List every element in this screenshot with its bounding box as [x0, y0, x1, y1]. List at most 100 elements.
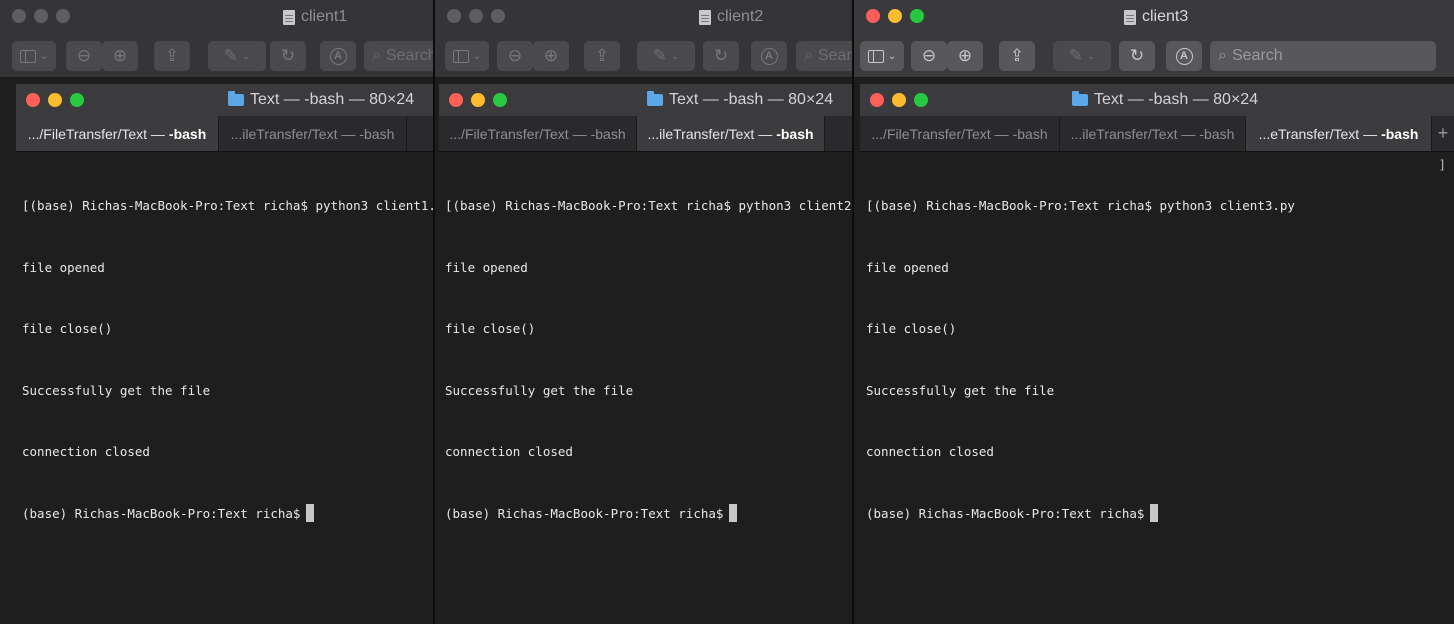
terminal-tab[interactable]: ...ileTransfer/Text — -bash [1060, 116, 1246, 151]
share-button[interactable]: ⇪ [999, 41, 1035, 71]
zoom-out-button[interactable]: ⊖ [497, 41, 533, 71]
zoom-button[interactable] [914, 93, 928, 107]
zoom-in-icon: ⊕ [543, 46, 559, 65]
terminal-prompt: (base) Richas-MacBook-Pro:Text richa$ [22, 505, 301, 521]
markup-button[interactable]: ✎ ⌄ [637, 41, 695, 71]
zoom-button[interactable] [493, 93, 507, 107]
sidebar-toggle-button[interactable]: ⌄ [12, 41, 56, 71]
document-icon [699, 9, 711, 25]
zoom-button[interactable] [70, 93, 84, 107]
terminal-tab[interactable]: ...ileTransfer/Text — -bash [637, 116, 825, 151]
minimize-button[interactable] [888, 9, 902, 23]
annotate-button[interactable]: A [751, 41, 787, 71]
preview-toolbar: ⌄ ⊖ ⊕ ⇪ ✎⌄ ↻ A ⌕ Search [0, 34, 433, 78]
terminal-line: Successfully get the file [866, 382, 1055, 398]
markup-button[interactable]: ✎ ⌄ [1053, 41, 1111, 71]
share-icon: ⇪ [594, 46, 610, 65]
tab-command: -bash [1381, 125, 1419, 142]
chevron-down-icon: ⌄ [472, 50, 482, 62]
rotate-button[interactable]: ↻ [1119, 41, 1155, 71]
search-placeholder: Search [817, 47, 852, 64]
zoom-out-button[interactable]: ⊖ [66, 41, 102, 71]
annotate-icon: A [760, 47, 778, 65]
terminal-tab[interactable]: ...eTransfer/Text — -bash [1246, 116, 1432, 151]
annotate-button[interactable]: A [1166, 41, 1202, 71]
terminal-tab-bar: .../FileTransfer/Text — -bash ...ileTrans… [860, 116, 1454, 152]
zoom-in-button[interactable]: ⊕ [533, 41, 569, 71]
terminal-output[interactable]: [(base) Richas-MacBook-Pro:Text richa$ p… [860, 152, 1454, 624]
zoom-out-icon: ⊖ [507, 46, 523, 65]
search-field[interactable]: ⌕ Search [1210, 41, 1436, 71]
terminal-tab[interactable]: .../FileTransfer/Text — -bash [860, 116, 1060, 151]
terminal-title: Text — -bash — 80×24 [647, 91, 833, 109]
tab-path: ...ileTransfer/Text — [1070, 125, 1196, 142]
terminal-prompt: (base) Richas-MacBook-Pro:Text richa$ [445, 505, 724, 521]
rotate-button[interactable]: ↻ [703, 41, 739, 71]
terminal-tab[interactable]: ...ileTransfer/Text — -bash [219, 116, 407, 151]
tab-path: .../FileTransfer/Text — [449, 125, 587, 142]
terminal-line: connection closed [866, 444, 994, 459]
minimize-button[interactable] [469, 9, 483, 23]
terminal-line: Successfully get the file [445, 382, 634, 398]
share-button[interactable]: ⇪ [584, 41, 620, 71]
zoom-in-button[interactable]: ⊕ [947, 41, 983, 71]
annotate-button[interactable]: A [320, 41, 356, 71]
terminal-line: connection closed [22, 444, 150, 459]
terminal-line: file opened [445, 259, 528, 275]
chevron-down-icon: ⌄ [670, 50, 680, 62]
terminal-line: [(base) Richas-MacBook-Pro:Text richa$ p… [866, 198, 1295, 213]
zoom-button[interactable] [910, 9, 924, 23]
share-button[interactable]: ⇪ [154, 41, 190, 71]
chevron-down-icon: ⌄ [1086, 50, 1096, 62]
search-icon: ⌕ [804, 47, 813, 64]
terminal-titlebar: Text — -bash — 80×24 [439, 84, 852, 116]
preview-title-text: client1 [301, 8, 348, 25]
preview-toolbar: ⌄ ⊖ ⊕ ⇪ ✎⌄ ↻ A ⌕ Search [854, 34, 1454, 78]
search-placeholder: Search [1231, 47, 1283, 64]
search-field[interactable]: ⌕ Search [796, 41, 852, 71]
rotate-button[interactable]: ↻ [270, 41, 306, 71]
window-controls [449, 93, 507, 107]
close-button[interactable] [447, 9, 461, 23]
rotate-icon: ↻ [713, 46, 729, 65]
terminal-line: Successfully get the file [22, 382, 211, 398]
terminal-title: Text — -bash — 80×24 [228, 91, 414, 109]
terminal-prompt-line: (base) Richas-MacBook-Pro:Text richa$ [445, 503, 846, 525]
preview-titlebar: client2 [435, 0, 852, 34]
minimize-button[interactable] [892, 93, 906, 107]
sidebar-toggle-button[interactable]: ⌄ [445, 41, 489, 71]
new-tab-button[interactable]: + [1432, 116, 1454, 151]
preview-window-client3: client3 ⌄ ⊖ ⊕ ⇪ ✎ ⌄ ↻ A ⌕ Search Text — -… [852, 0, 1454, 624]
terminal-line: connection closed [445, 444, 573, 459]
zoom-button[interactable] [56, 9, 70, 23]
zoom-in-button[interactable]: ⊕ [102, 41, 138, 71]
preview-title: client3 [1124, 8, 1188, 26]
text-cursor [306, 503, 315, 522]
sidebar-toggle-icon [19, 49, 36, 63]
markup-pen-icon: ✎ [223, 46, 238, 65]
markup-button[interactable]: ✎ ⌄ [208, 41, 266, 71]
minimize-button[interactable] [34, 9, 48, 23]
minimize-button[interactable] [48, 93, 62, 107]
terminal-tab[interactable]: .../FileTransfer/Text — -bash [16, 116, 219, 151]
search-field[interactable]: ⌕ Search [364, 41, 433, 71]
sidebar-toggle-button[interactable]: ⌄ [860, 41, 904, 71]
preview-toolbar: ⌄ ⊖ ⊕ ⇪ ✎⌄ ↻ A ⌕ Search [435, 34, 852, 78]
minimize-button[interactable] [471, 93, 485, 107]
terminal-output[interactable]: [(base) Richas-MacBook-Pro:Text richa$ p… [439, 152, 852, 624]
zoom-button[interactable] [491, 9, 505, 23]
close-button[interactable] [12, 9, 26, 23]
terminal-output[interactable]: [(base) Richas-MacBook-Pro:Text richa$ p… [16, 152, 433, 624]
sidebar-toggle-icon [452, 49, 469, 63]
annotate-icon: A [329, 47, 347, 65]
close-button[interactable] [866, 9, 880, 23]
folder-icon [228, 91, 244, 106]
zoom-out-button[interactable]: ⊖ [911, 41, 947, 71]
close-button[interactable] [26, 93, 40, 107]
close-button[interactable] [870, 93, 884, 107]
close-button[interactable] [449, 93, 463, 107]
terminal-tab[interactable]: .../FileTransfer/Text — -bash [439, 116, 637, 151]
text-cursor [1150, 503, 1159, 522]
preview-window-client2: client2 ⌄ ⊖ ⊕ ⇪ ✎⌄ ↻ A ⌕ Search Text — -… [433, 0, 852, 624]
chevron-down-icon: ⌄ [887, 50, 897, 62]
